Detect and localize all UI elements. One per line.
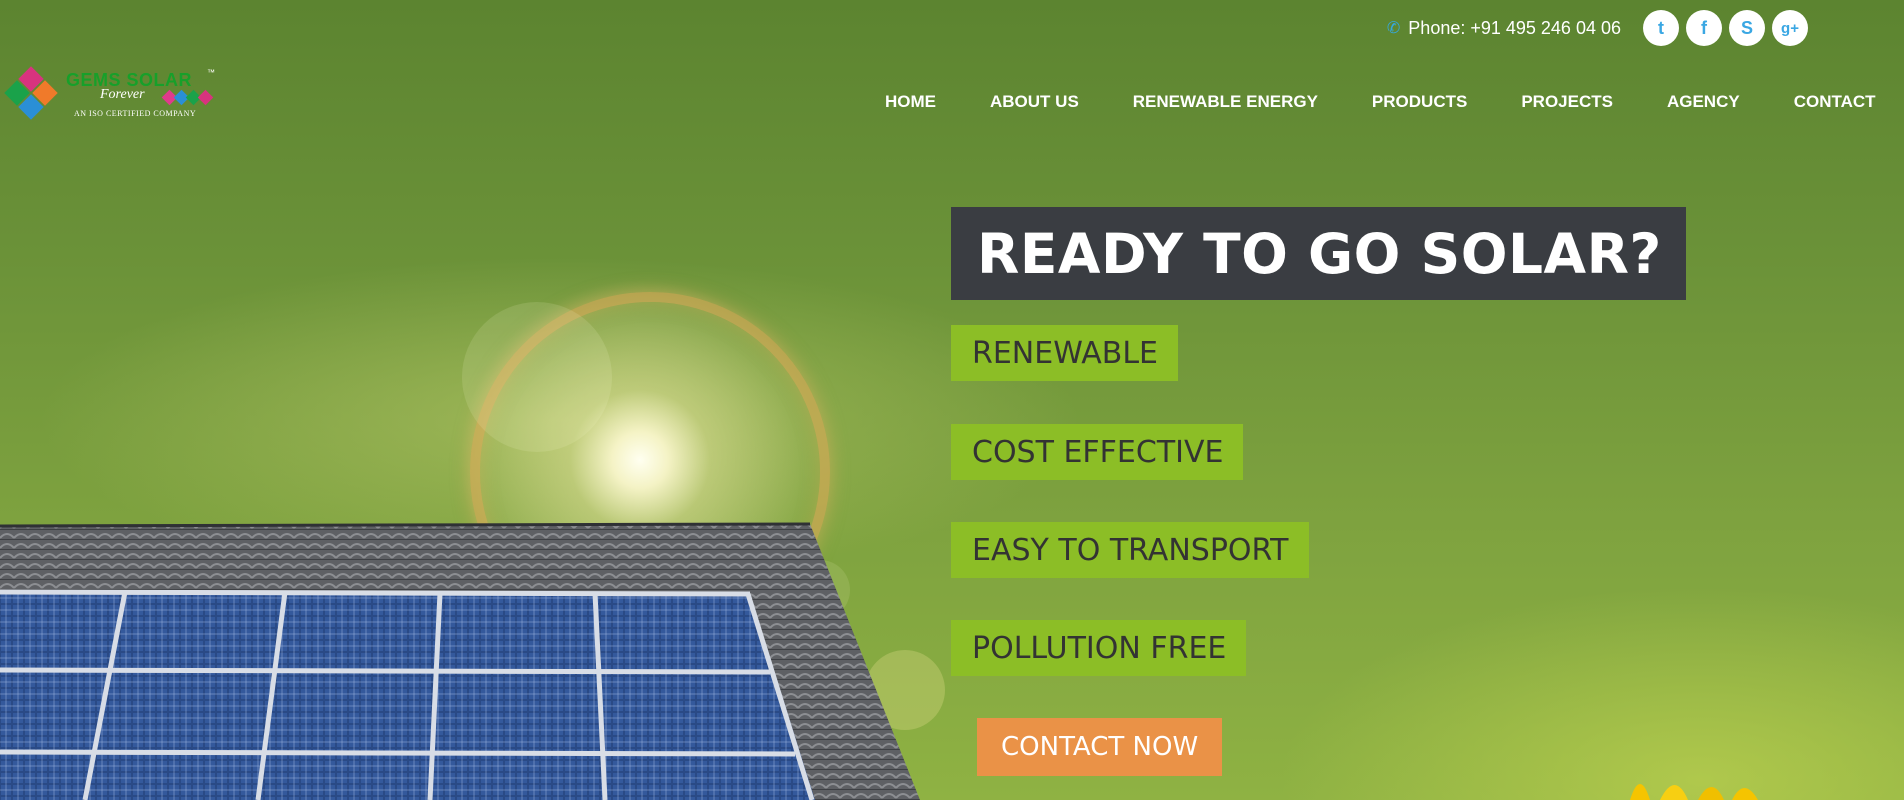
top-bar: ✆ Phone: +91 495 246 04 06 t f S g+	[1387, 10, 1808, 46]
social-links: t f S g+	[1643, 10, 1808, 46]
nav-products[interactable]: PRODUCTS	[1372, 92, 1467, 112]
logo-forever: Forever	[100, 87, 145, 102]
nav-projects[interactable]: PROJECTS	[1521, 92, 1613, 112]
feature-cost-effective: COST EFFECTIVE	[951, 424, 1244, 480]
phone-number: Phone: +91 495 246 04 06	[1408, 17, 1621, 38]
logo-tagline: AN ISO CERTIFIED COMPANY	[74, 109, 197, 118]
contact-now-button[interactable]: CONTACT NOW	[977, 718, 1223, 776]
hero-title: READY TO GO SOLAR?	[951, 207, 1686, 300]
twitter-icon[interactable]: t	[1643, 10, 1679, 46]
logo-mark	[2, 66, 62, 126]
site-logo[interactable]: GEMS SOLAR ™ Forever AN ISO CERTIFIED CO…	[2, 66, 215, 136]
solar-roof-image	[0, 522, 920, 800]
feature-easy-to-transport: EASY TO TRANSPORT	[951, 522, 1309, 578]
phone-icon: ✆	[1386, 20, 1401, 37]
nav-home[interactable]: HOME	[885, 92, 936, 112]
feature-renewable: RENEWABLE	[951, 325, 1178, 381]
phone-info: ✆ Phone: +91 495 246 04 06	[1387, 18, 1621, 39]
hero-page: ✆ Phone: +91 495 246 04 06 t f S g+ GEMS…	[0, 0, 1904, 800]
main-nav: HOME ABOUT US RENEWABLE ENERGY PRODUCTS …	[885, 92, 1904, 112]
feature-pollution-free: POLLUTION FREE	[951, 620, 1247, 676]
lens-flare	[462, 302, 612, 452]
facebook-icon[interactable]: f	[1686, 10, 1722, 46]
nav-contact[interactable]: CONTACT	[1794, 92, 1876, 112]
logo-diamonds	[161, 89, 214, 106]
nav-agency[interactable]: AGENCY	[1667, 92, 1740, 112]
skype-icon[interactable]: S	[1729, 10, 1765, 46]
nav-about-us[interactable]: ABOUT US	[990, 92, 1079, 112]
trademark-mark: ™	[207, 68, 215, 77]
nav-renewable-energy[interactable]: RENEWABLE ENERGY	[1133, 92, 1318, 112]
sunflower-image	[1630, 784, 1758, 800]
google-plus-icon[interactable]: g+	[1772, 10, 1808, 46]
